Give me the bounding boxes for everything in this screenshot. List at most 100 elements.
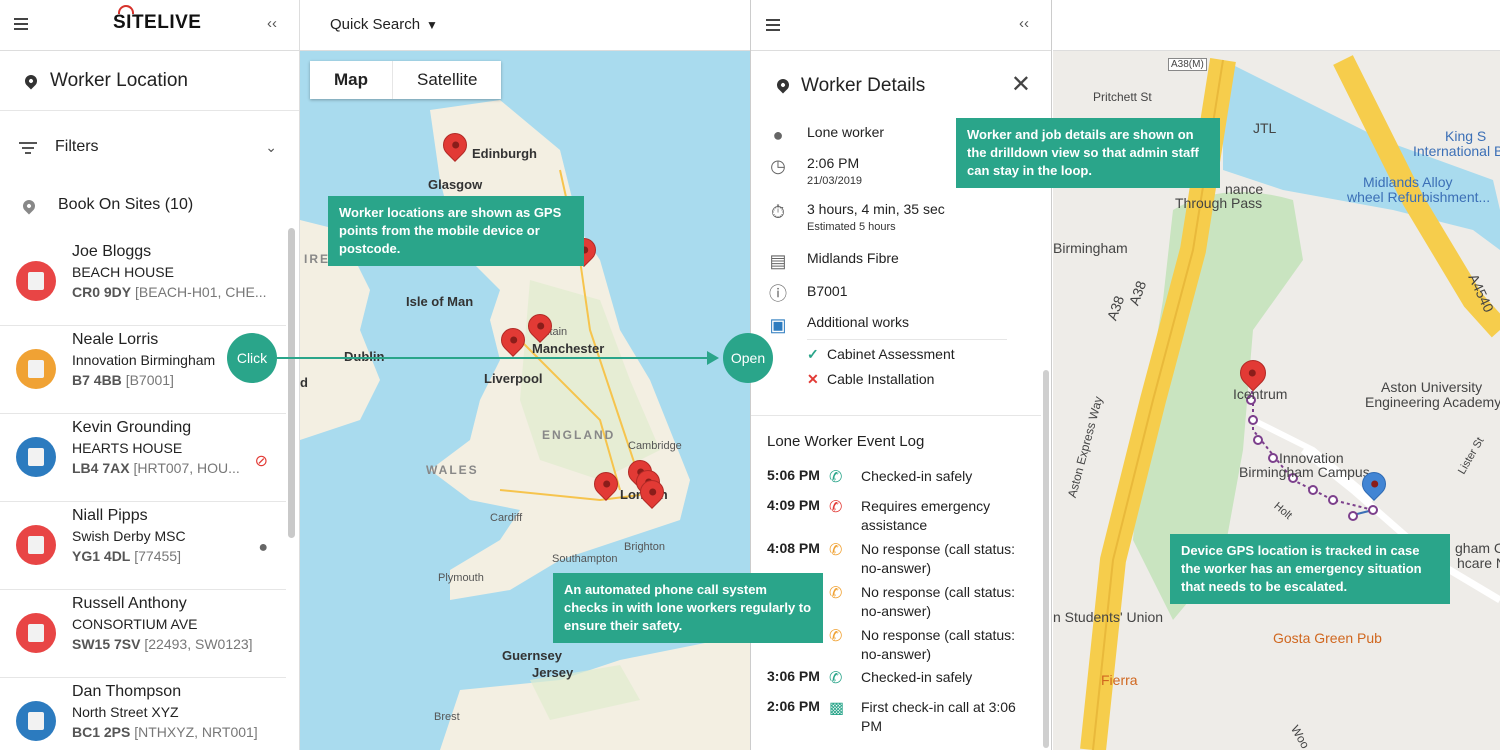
phone-callout: An automated phone call system checks in… [553, 573, 823, 643]
left-topbar: SITELIVE ‹‹ [0, 0, 299, 51]
worker-avatar [16, 701, 56, 741]
worker-site: CONSORTIUM AVE [72, 616, 198, 632]
worker-site: North Street XYZ [72, 704, 179, 720]
start-date: 21/03/2019 [807, 175, 863, 187]
worker-list-item[interactable]: Dan Thompson North Street XYZ BC1 2PS [N… [0, 678, 286, 750]
start-time: 2:06 PM [807, 155, 860, 171]
chevron-down-icon: ▼ [426, 18, 438, 32]
section-divider [751, 415, 1041, 416]
street-map-topbar [1053, 0, 1500, 51]
menu-icon[interactable] [766, 19, 780, 31]
worker-name: Niall Pipps [72, 507, 148, 524]
place-label-intl-bus: International Bus [1413, 143, 1500, 159]
map-label-isle-of-man: Isle of Man [406, 294, 474, 309]
contact-icon: ▩ [829, 700, 845, 717]
check-icon: ✓ [807, 346, 819, 362]
worker-postcode: BC1 2PS [72, 724, 131, 740]
works-title: Additional works [807, 314, 909, 330]
filter-icon [19, 142, 37, 157]
worker-site-codes: [22493, SW0123] [144, 636, 253, 652]
place-label-students-union: n Students' Union [1053, 609, 1164, 625]
location-pin-icon [22, 72, 40, 90]
log-message: No response (call status: no-answer) [861, 541, 1016, 576]
worker-list-item[interactable]: Kevin Grounding HEARTS HOUSE LB4 7AX [HR… [0, 414, 286, 502]
no-gps-icon: ⊘ [254, 453, 268, 470]
worker-codes: B7 4BB [B7001] [72, 372, 174, 388]
event-log-title: Lone Worker Event Log [767, 433, 925, 450]
phone-icon: ✆ [829, 499, 843, 516]
worker-avatar [16, 525, 56, 565]
place-label-king-s: King S [1445, 128, 1487, 144]
details-topbar: ‹‹ [751, 0, 1051, 51]
map-label-guernsey: Guernsey [502, 648, 562, 663]
place-label-engineering-academy: Engineering Academy [1365, 394, 1500, 410]
details-callout: Worker and job details are shown on the … [956, 118, 1220, 188]
worker-avatar [16, 613, 56, 653]
map-label-brighton: Brighton [624, 541, 665, 553]
worker-site-codes: [NTHXYZ, NRT001] [134, 724, 258, 740]
collapse-panel-icon[interactable]: ‹‹ [1019, 15, 1029, 32]
map-label-plymouth: Plymouth [438, 572, 484, 584]
place-label-midlands-alloy: Midlands Alloy [1363, 174, 1453, 190]
worker-list-scrollbar[interactable] [288, 228, 295, 538]
worker-name: Kevin Grounding [72, 419, 192, 436]
phone-icon: ✆ [829, 585, 843, 602]
place-label-gham: gham C [1455, 540, 1500, 556]
map-label-d: d [300, 375, 308, 390]
map-label-edinburgh: Edinburgh [472, 146, 537, 161]
map-label-brest: Brest [434, 711, 460, 723]
log-time: 3:06 PM [767, 668, 820, 684]
task-label: Cabinet Assessment [827, 346, 955, 362]
menu-icon[interactable] [14, 18, 28, 30]
worker-codes: BC1 2PS [NTHXYZ, NRT001] [72, 724, 258, 740]
place-label-through-pass: Through Pass [1175, 195, 1263, 211]
map-label-cambridge: Cambridge [628, 440, 682, 452]
place-label-jtl: JTL [1253, 120, 1277, 136]
worker-site: Innovation Birmingham [72, 352, 216, 368]
close-icon[interactable]: ✕ [1011, 70, 1031, 99]
map-label-glasgow: Glasgow [428, 177, 483, 192]
filters-label: Filters [55, 138, 99, 155]
divider [807, 339, 1007, 340]
device-callout: Device GPS location is tracked in case t… [1170, 534, 1450, 604]
collapse-panel-icon[interactable]: ‹‹ [267, 15, 277, 32]
worker-list-item[interactable]: Joe Bloggs BEACH HOUSE CR0 9DY [BEACH-H0… [0, 238, 286, 326]
tab-satellite[interactable]: Satellite [393, 61, 501, 99]
cross-icon: ✕ [807, 371, 819, 387]
quick-search-label: Quick Search [330, 16, 421, 33]
quick-search-dropdown[interactable]: Quick Search ▼ [330, 16, 438, 33]
street-map[interactable]: A38(M) Pritchett St JTL King S Internati… [1053, 0, 1500, 750]
place-label-gosta-green-pub: Gosta Green Pub [1273, 630, 1382, 646]
tab-map[interactable]: Map [310, 61, 393, 99]
worker-site: HEARTS HOUSE [72, 440, 183, 456]
details-scrollbar[interactable] [1043, 370, 1049, 748]
place-label-aston-university: Aston University [1381, 379, 1483, 395]
worker-list-item[interactable]: Niall Pipps Swish Derby MSC YG1 4DL [774… [0, 502, 286, 590]
worker-list-item[interactable]: Russell Anthony CONSORTIUM AVE SW15 7SV … [0, 590, 286, 678]
clock-icon: ◷ [770, 156, 786, 176]
log-message: No response (call status: no-answer) [861, 584, 1016, 619]
phone-icon: ✆ [829, 628, 843, 645]
log-message: Checked-in safely [861, 468, 973, 484]
person-icon: ● [258, 539, 268, 556]
job-code: B7001 [807, 283, 848, 299]
book-on-sites-row[interactable]: Book On Sites (10) [0, 183, 299, 238]
place-label-wheel-refurbishment: wheel Refurbishment... [1347, 189, 1491, 205]
info-icon: ⓘ [769, 284, 787, 304]
worker-list: Joe Bloggs BEACH HOUSE CR0 9DY [BEACH-H0… [0, 238, 286, 750]
road-label-a38m: A38(M) [1168, 58, 1207, 71]
map-label-wales: WALES [426, 463, 479, 477]
worker-name: Russell Anthony [72, 595, 187, 612]
street-label-pritchett: Pritchett St [1093, 90, 1152, 104]
log-time: 2:06 PM [767, 698, 820, 714]
click-open-arrow [277, 357, 713, 359]
click-bubble: Click [227, 333, 277, 383]
log-message: First check-in call at 3:06 PM [861, 699, 1016, 734]
place-label-birmingham-campus: Birmingham Campus [1239, 464, 1370, 480]
arrow-head-icon [707, 351, 719, 365]
map-label-england: ENGLAND [542, 428, 616, 442]
filters-dropdown[interactable]: Filters ⌄ [0, 111, 299, 183]
map-label-manchester: Manchester [532, 341, 605, 356]
person-icon: ● [772, 125, 784, 145]
phone-icon: ✆ [829, 670, 843, 687]
